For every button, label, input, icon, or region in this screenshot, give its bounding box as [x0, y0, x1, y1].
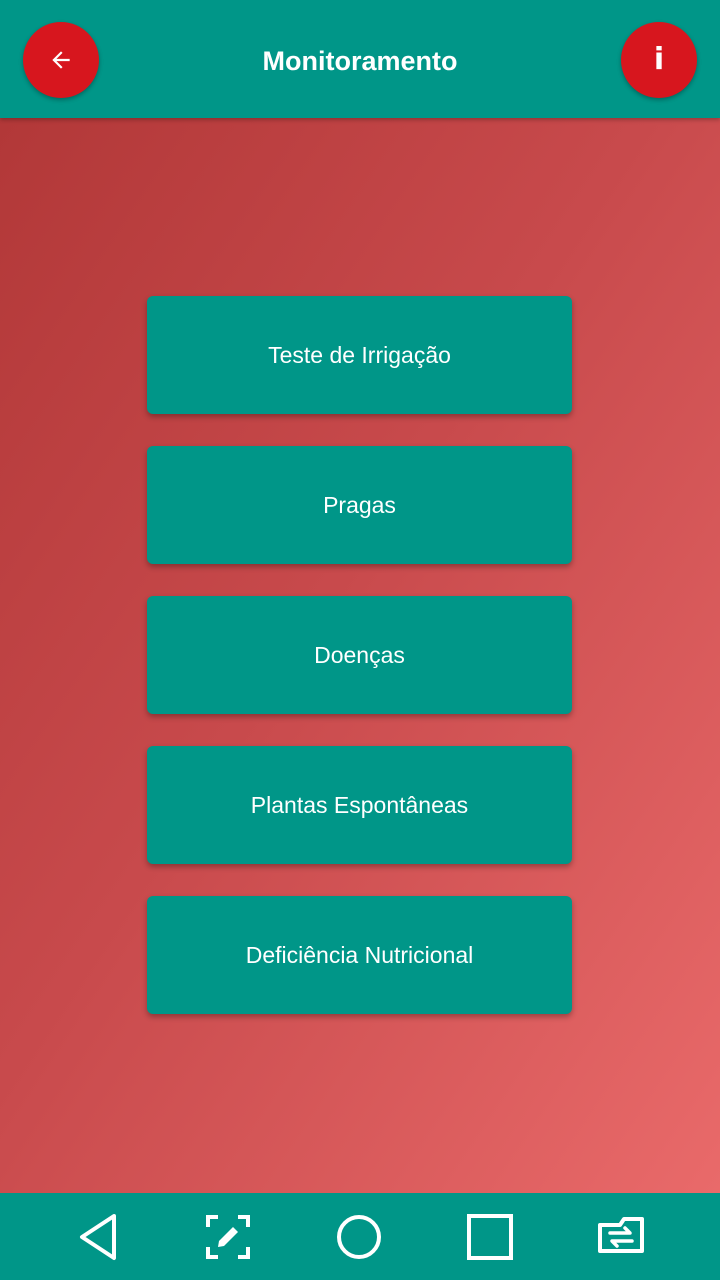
home-circle-icon[interactable]	[327, 1205, 391, 1269]
irrigation-test-button[interactable]: Teste de Irrigação	[147, 296, 572, 414]
switch-apps-icon[interactable]	[589, 1205, 653, 1269]
arrow-left-icon	[52, 51, 70, 69]
screenshot-edit-icon[interactable]	[196, 1205, 260, 1269]
nutritional-deficiency-button[interactable]: Deficiência Nutricional	[147, 896, 572, 1014]
back-triangle-icon[interactable]	[66, 1205, 130, 1269]
info-button[interactable]: i	[621, 22, 697, 98]
info-icon: i	[653, 42, 665, 77]
recents-square-icon[interactable]	[458, 1205, 522, 1269]
app-header: Monitoramento i	[0, 0, 720, 118]
back-button[interactable]	[23, 22, 99, 98]
spontaneous-plants-button[interactable]: Plantas Espontâneas	[147, 746, 572, 864]
diseases-button[interactable]: Doenças	[147, 596, 572, 714]
button-label: Deficiência Nutricional	[245, 941, 474, 968]
button-label: Plantas Espontâneas	[250, 791, 469, 818]
button-label: Pragas	[323, 491, 396, 518]
button-label: Doenças	[314, 641, 405, 668]
pests-button[interactable]: Pragas	[147, 446, 572, 564]
button-label: Teste de Irrigação	[268, 341, 451, 368]
page-title: Monitoramento	[262, 46, 458, 76]
system-navigation-bar	[0, 1193, 720, 1280]
